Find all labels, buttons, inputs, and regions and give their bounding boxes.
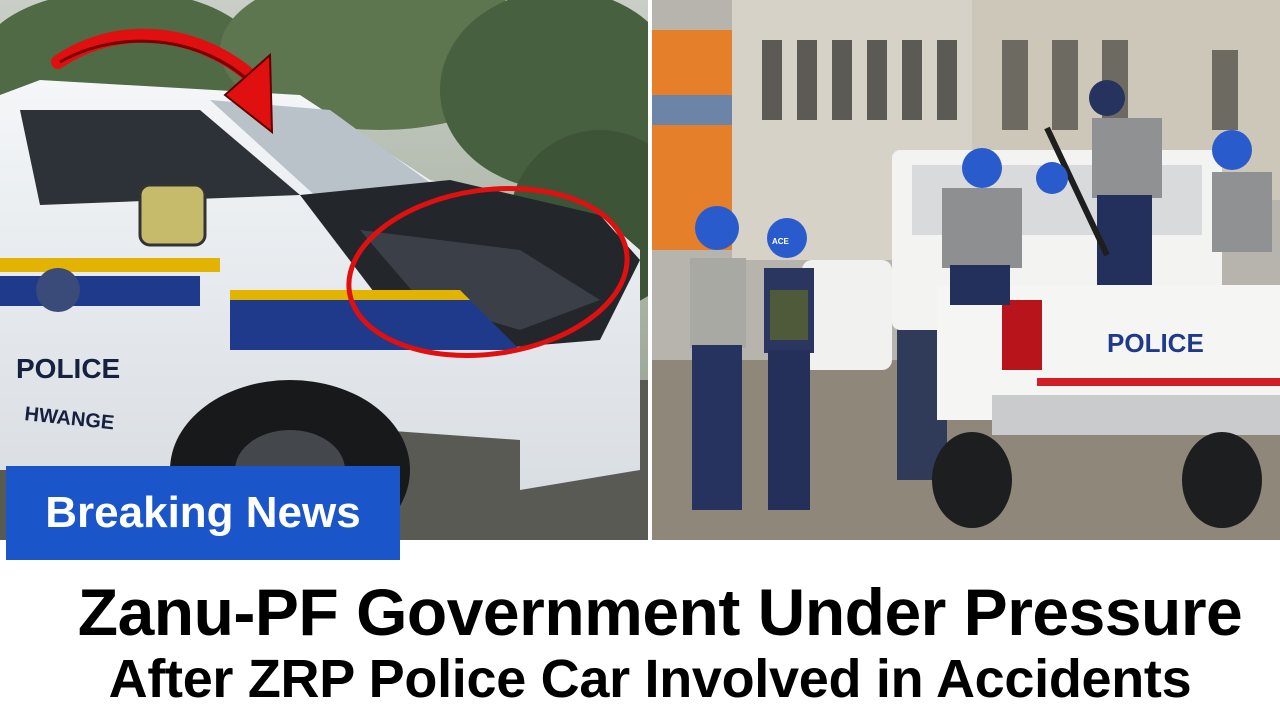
headline-sub: After ZRP Police Car Involved in Acciden… <box>108 649 1192 709</box>
helmet-text: ACE <box>772 237 790 246</box>
crashed-police-car-photo: POLICE HWANGE <box>0 0 648 540</box>
headline-main: Zanu-PF Government Under Pressure <box>77 575 1243 649</box>
headline-banner: Zanu-PF Government Under Pressure After … <box>0 560 1280 720</box>
breaking-news-label: Breaking News <box>45 488 361 537</box>
breaking-news-badge: Breaking News <box>6 466 400 560</box>
truck-police-text: POLICE <box>1107 328 1204 358</box>
car-door-police-text: POLICE <box>16 353 120 384</box>
police-officers-truck-photo: ACE POLICE <box>652 0 1280 540</box>
